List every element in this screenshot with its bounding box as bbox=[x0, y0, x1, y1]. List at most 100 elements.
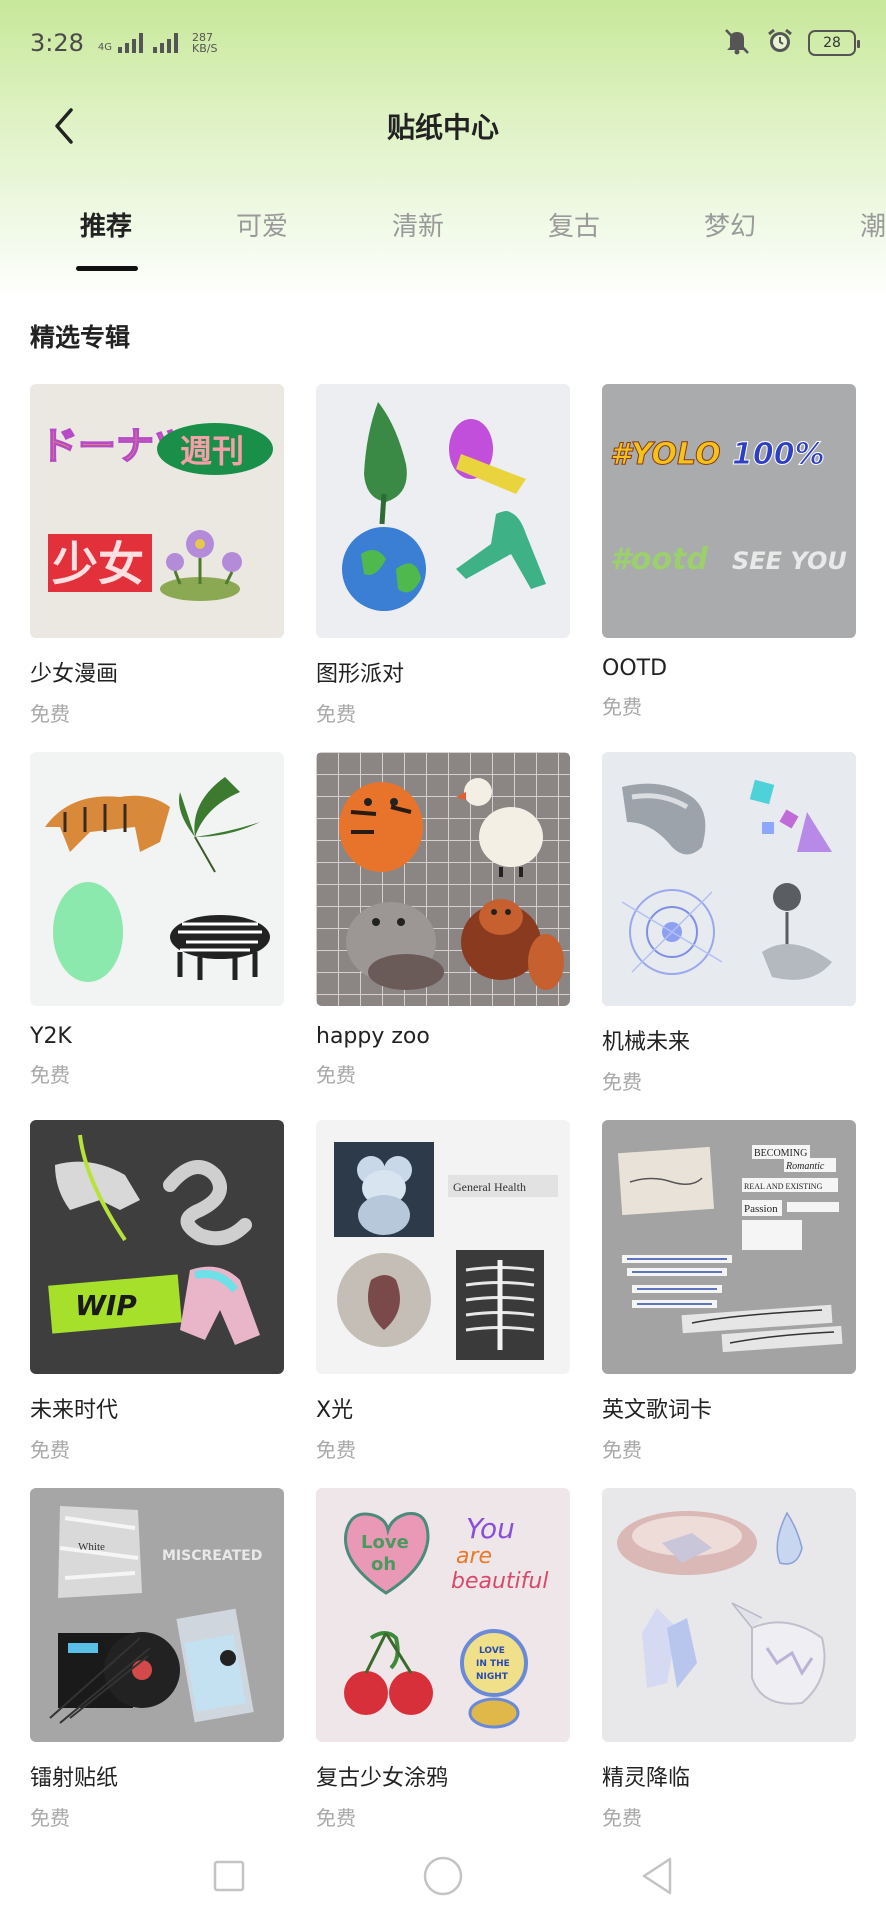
status-right: 28 bbox=[722, 27, 860, 59]
chevron-left-icon bbox=[55, 108, 73, 144]
tab-recommend[interactable]: 推荐 bbox=[80, 206, 132, 243]
svg-text:LOVE: LOVE bbox=[479, 1646, 505, 1656]
svg-text:Passion: Passion bbox=[744, 1203, 778, 1215]
album-price: 免费 bbox=[602, 1438, 642, 1462]
recent-apps-icon bbox=[213, 1860, 245, 1892]
tab-retro[interactable]: 复古 bbox=[548, 206, 600, 243]
album-card-retro-girl-doodle[interactable]: Love oh You are beautiful LOVE IN THE NI… bbox=[316, 1488, 570, 1831]
album-price: 免费 bbox=[602, 1806, 642, 1830]
svg-text:100%: 100% bbox=[732, 437, 825, 472]
album-name: Y2K bbox=[30, 1024, 72, 1049]
battery-level: 28 bbox=[823, 35, 841, 51]
album-thumbnail: General Health bbox=[316, 1120, 570, 1374]
svg-text:#YOLO: #YOLO bbox=[610, 437, 721, 472]
tab-dreamy[interactable]: 梦幻 bbox=[704, 206, 756, 243]
album-thumbnail: White MISCREATED bbox=[30, 1488, 284, 1742]
album-name: 英文歌词卡 bbox=[602, 1398, 713, 1423]
album-price: 免费 bbox=[316, 1806, 356, 1830]
home-button[interactable] bbox=[419, 1852, 467, 1900]
svg-text:You: You bbox=[466, 1512, 515, 1545]
album-price: 免费 bbox=[30, 1063, 70, 1087]
svg-text:NIGHT: NIGHT bbox=[476, 1672, 509, 1682]
album-price: 免费 bbox=[602, 1070, 642, 1094]
album-card-lyric-cards[interactable]: BECOMING Romantic REAL AND EXISTING Pass… bbox=[602, 1120, 856, 1463]
svg-text:White: White bbox=[78, 1541, 105, 1553]
album-price: 免费 bbox=[30, 702, 70, 726]
battery-icon: 28 bbox=[808, 30, 860, 56]
svg-text:SEE YOU: SEE YOU bbox=[732, 547, 847, 575]
album-name: X光 bbox=[316, 1398, 354, 1423]
album-card-elf-descent[interactable]: 精灵降临 免费 bbox=[602, 1488, 856, 1831]
home-icon bbox=[423, 1856, 463, 1896]
album-thumbnail: BECOMING Romantic REAL AND EXISTING Pass… bbox=[602, 1120, 856, 1374]
tab-cute[interactable]: 可爱 bbox=[236, 206, 288, 243]
album-name: 图形派对 bbox=[316, 662, 405, 687]
section-title: 精选专辑 bbox=[30, 323, 131, 352]
album-price: 免费 bbox=[316, 1438, 356, 1462]
album-card-shoujo-manga[interactable]: ドーナツ 週刊 少女 少女漫画 免费 bbox=[30, 384, 284, 727]
svg-text:General Health: General Health bbox=[453, 1180, 526, 1194]
album-name: 复古少女涂鸦 bbox=[316, 1766, 449, 1791]
svg-text:少女: 少女 bbox=[52, 537, 144, 591]
album-thumbnail: ドーナツ 週刊 少女 bbox=[30, 384, 284, 638]
album-price: 免费 bbox=[316, 702, 356, 726]
status-time: 3:28 bbox=[30, 29, 84, 57]
back-icon bbox=[642, 1857, 672, 1895]
album-price: 免费 bbox=[30, 1438, 70, 1462]
album-price: 免费 bbox=[316, 1063, 356, 1087]
svg-text:are: are bbox=[456, 1544, 492, 1569]
svg-text:週刊: 週刊 bbox=[180, 432, 244, 470]
system-nav-bar bbox=[0, 1838, 886, 1920]
svg-text:#ootd: #ootd bbox=[610, 542, 708, 577]
album-price: 免费 bbox=[602, 695, 642, 719]
album-thumbnail bbox=[602, 752, 856, 1006]
network-type: 4G bbox=[97, 42, 113, 53]
album-name: 精灵降临 bbox=[602, 1766, 691, 1791]
album-price: 免费 bbox=[30, 1806, 70, 1830]
album-name: happy zoo bbox=[316, 1024, 430, 1049]
app-header: 贴纸中心 bbox=[0, 86, 886, 166]
signal-icon: 4G bbox=[97, 33, 179, 53]
tab-active-indicator bbox=[76, 266, 138, 271]
svg-text:beautiful: beautiful bbox=[451, 1569, 548, 1594]
album-name: 未来时代 bbox=[30, 1398, 119, 1423]
album-card-mech-future[interactable]: 机械未来 免费 bbox=[602, 752, 856, 1095]
album-thumbnail: #YOLO 100% #ootd SEE YOU bbox=[602, 384, 856, 638]
album-card-future-era[interactable]: WIP 未来时代 免费 bbox=[30, 1120, 284, 1463]
album-thumbnail bbox=[30, 752, 284, 1006]
album-thumbnail: Love oh You are beautiful LOVE IN THE NI… bbox=[316, 1488, 570, 1742]
nav-back-button[interactable] bbox=[633, 1852, 681, 1900]
album-name: 少女漫画 bbox=[30, 662, 119, 687]
album-card-happy-zoo[interactable]: happy zoo 免费 bbox=[316, 752, 570, 1088]
album-thumbnail: WIP bbox=[30, 1120, 284, 1374]
svg-text:MISCREATED: MISCREATED bbox=[162, 1548, 262, 1564]
album-thumbnail bbox=[316, 752, 570, 1006]
album-name: 镭射贴纸 bbox=[30, 1766, 119, 1791]
page-title: 贴纸中心 bbox=[386, 111, 499, 144]
album-thumbnail bbox=[602, 1488, 856, 1742]
network-speed: 287 KB/S bbox=[192, 31, 218, 55]
svg-text:BECOMING: BECOMING bbox=[754, 1148, 807, 1159]
tab-trendy[interactable]: 潮 bbox=[860, 206, 886, 243]
album-card-y2k[interactable]: Y2K 免费 bbox=[30, 752, 284, 1088]
recent-apps-button[interactable] bbox=[205, 1852, 253, 1900]
status-left: 3:28 4G 287 KB/S bbox=[30, 29, 217, 57]
album-card-ootd[interactable]: #YOLO 100% #ootd SEE YOU OOTD 免费 bbox=[602, 384, 856, 720]
svg-text:oh: oh bbox=[371, 1554, 396, 1575]
category-tabs: 推荐 可爱 清新 复古 梦幻 潮 bbox=[0, 206, 886, 276]
alarm-icon bbox=[766, 27, 794, 59]
album-thumbnail bbox=[316, 384, 570, 638]
album-name: 机械未来 bbox=[602, 1030, 691, 1055]
svg-text:WIP: WIP bbox=[75, 1289, 137, 1322]
tab-fresh[interactable]: 清新 bbox=[392, 206, 444, 243]
svg-text:Romantic: Romantic bbox=[785, 1161, 825, 1172]
album-name: OOTD bbox=[602, 656, 668, 681]
album-card-laser-stickers[interactable]: White MISCREATED 镭射贴纸 免费 bbox=[30, 1488, 284, 1831]
svg-text:Love: Love bbox=[361, 1532, 409, 1553]
svg-text:REAL AND EXISTING: REAL AND EXISTING bbox=[744, 1182, 823, 1191]
mute-icon bbox=[722, 27, 752, 59]
back-button[interactable] bbox=[40, 102, 88, 150]
album-card-xray[interactable]: General Health X光 免费 bbox=[316, 1120, 570, 1463]
album-card-graphic-party[interactable]: 图形派对 免费 bbox=[316, 384, 570, 727]
svg-text:IN THE: IN THE bbox=[476, 1659, 510, 1669]
